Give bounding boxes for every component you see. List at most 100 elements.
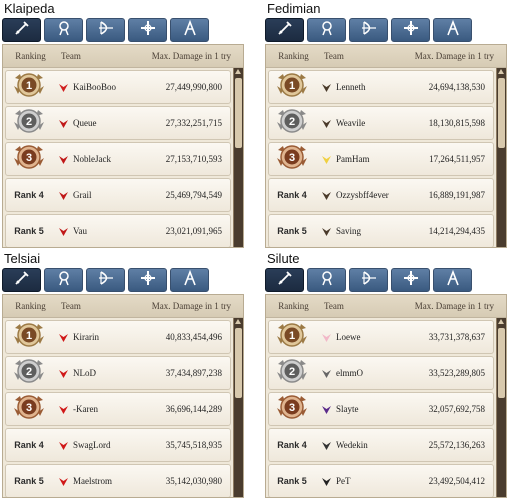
scroll-up-icon[interactable]: [498, 319, 504, 324]
table-row[interactable]: 1 KaiBooBoo 27,449,990,800: [5, 70, 231, 104]
tab-sword[interactable]: [2, 268, 41, 292]
tab-cleric[interactable]: [128, 18, 167, 42]
red-wing-icon: [56, 402, 70, 416]
scroll-thumb[interactable]: [235, 328, 242, 398]
leaderboard-silute: Silute Ranking Team Max. Damage in 1 try 1 Lo…: [265, 251, 507, 498]
table-row[interactable]: 1 Lenneth 24,694,138,530: [268, 70, 494, 104]
table-row[interactable]: 2 Queue 27,332,251,715: [5, 106, 231, 140]
ranking-panel: Ranking Team Max. Damage in 1 try 1 Kirarin 4…: [2, 294, 244, 498]
mage-icon: [55, 19, 73, 42]
tab-cleric[interactable]: [391, 18, 430, 42]
tab-mage[interactable]: [44, 18, 83, 42]
class-tabs: [2, 268, 244, 292]
leaderboard-fedimian: Fedimian Ranking Team Max. Damage in 1 try 1…: [265, 1, 507, 248]
svg-text:1: 1: [26, 330, 32, 342]
mage-icon: [318, 269, 336, 292]
table-row[interactable]: 3 NobleJack 27,153,710,593: [5, 142, 231, 176]
ranking-panel: Ranking Team Max. Damage in 1 try 1 Loewe 33,…: [265, 294, 507, 498]
svg-text:2: 2: [289, 366, 295, 378]
rank-medal-icon: 3: [12, 392, 46, 427]
table-row[interactable]: Rank 5 PeT 23,492,504,412: [268, 464, 494, 497]
tab-bow[interactable]: [349, 18, 388, 42]
tab-mage[interactable]: [44, 268, 83, 292]
rank-label: Rank 5: [14, 476, 44, 486]
scroll-up-icon[interactable]: [498, 69, 504, 74]
table-row[interactable]: 1 Loewe 33,731,378,637: [268, 320, 494, 354]
tab-sword[interactable]: [265, 18, 304, 42]
tab-bow[interactable]: [86, 268, 125, 292]
header-team: Team: [61, 301, 81, 311]
ranking-list: 1 Kirarin 40,833,454,496 2 NLoD 37,434,897,23…: [3, 318, 233, 497]
max-damage: 23,021,091,965: [165, 226, 222, 236]
header-ranking: Ranking: [278, 301, 309, 311]
table-row[interactable]: Rank 4 Wedekin 25,572,136,263: [268, 428, 494, 462]
table-row[interactable]: 1 Kirarin 40,833,454,496: [5, 320, 231, 354]
table-row[interactable]: Rank 4 Ozzysbff4ever 16,889,191,987: [268, 178, 494, 212]
table-row[interactable]: Rank 5 Maelstrom 35,142,030,980: [5, 464, 231, 497]
scrollbar[interactable]: [233, 68, 243, 247]
svg-text:1: 1: [289, 80, 295, 92]
table-header: Ranking Team Max. Damage in 1 try: [266, 295, 506, 318]
scroll-up-icon[interactable]: [235, 69, 241, 74]
table-row[interactable]: 3 Slayte 32,057,692,758: [268, 392, 494, 426]
tab-scout[interactable]: [170, 18, 209, 42]
mage-icon: [55, 269, 73, 292]
tab-scout[interactable]: [433, 268, 472, 292]
rank-cell: 3: [269, 142, 315, 177]
scrollbar[interactable]: [233, 318, 243, 497]
table-row[interactable]: Rank 4 SwagLord 35,745,518,935: [5, 428, 231, 462]
header-damage: Max. Damage in 1 try: [151, 301, 231, 311]
bow-icon: [360, 269, 378, 292]
cleric-icon: [402, 19, 420, 42]
table-row[interactable]: 2 elmmO 33,523,289,805: [268, 356, 494, 390]
rank-cell: 3: [6, 142, 52, 177]
rank-cell: Rank 4: [269, 190, 315, 200]
tab-cleric[interactable]: [391, 268, 430, 292]
scroll-up-icon[interactable]: [235, 319, 241, 324]
tab-scout[interactable]: [170, 268, 209, 292]
table-row[interactable]: 2 NLoD 37,434,897,238: [5, 356, 231, 390]
tab-sword[interactable]: [265, 268, 304, 292]
table-row[interactable]: 3 -Karen 36,696,144,289: [5, 392, 231, 426]
team-name: elmmO: [336, 368, 363, 378]
team-name: Ozzysbff4ever: [336, 190, 389, 200]
max-damage: 35,142,030,980: [165, 476, 222, 486]
tab-cleric[interactable]: [128, 268, 167, 292]
tab-bow[interactable]: [86, 18, 125, 42]
table-row[interactable]: Rank 5 Saving 14,214,294,435: [268, 214, 494, 247]
tab-bow[interactable]: [349, 268, 388, 292]
rank-cell: Rank 4: [6, 440, 52, 450]
scout-icon: [444, 269, 462, 292]
table-row[interactable]: Rank 4 Grail 25,469,794,549: [5, 178, 231, 212]
scroll-thumb[interactable]: [498, 78, 505, 148]
header-team: Team: [324, 301, 344, 311]
rank-cell: 3: [269, 392, 315, 427]
scrollbar[interactable]: [496, 68, 506, 247]
rank-cell: 1: [6, 320, 52, 355]
table-row[interactable]: 2 Weavile 18,130,815,598: [268, 106, 494, 140]
rank-cell: 1: [269, 70, 315, 105]
tab-mage[interactable]: [307, 268, 346, 292]
tab-mage[interactable]: [307, 18, 346, 42]
team-name: PamHam: [336, 154, 370, 164]
tab-sword[interactable]: [2, 18, 41, 42]
max-damage: 14,214,294,435: [428, 226, 485, 236]
tab-scout[interactable]: [433, 18, 472, 42]
rank-cell: 2: [269, 106, 315, 141]
scrollbar[interactable]: [496, 318, 506, 497]
table-row[interactable]: Rank 5 Vau 23,021,091,965: [5, 214, 231, 247]
rank-label: Rank 4: [14, 190, 44, 200]
ranking-panel: Ranking Team Max. Damage in 1 try 1 KaiBooBo…: [2, 44, 244, 248]
rank-medal-icon: 2: [275, 106, 309, 141]
scroll-thumb[interactable]: [498, 328, 505, 398]
svg-text:3: 3: [289, 152, 295, 164]
team-name: -Karen: [73, 404, 98, 414]
rank-cell: 1: [6, 70, 52, 105]
scroll-thumb[interactable]: [235, 78, 242, 148]
bow-icon: [360, 19, 378, 42]
team-name: PeT: [336, 476, 351, 486]
demon-icon: [56, 188, 70, 202]
table-row[interactable]: 3 PamHam 17,264,511,957: [268, 142, 494, 176]
max-damage: 37,434,897,238: [165, 368, 222, 378]
leaderboard-telsiai: Telsiai Ranking Team Max. Damage in 1 try 1 K…: [2, 251, 244, 498]
